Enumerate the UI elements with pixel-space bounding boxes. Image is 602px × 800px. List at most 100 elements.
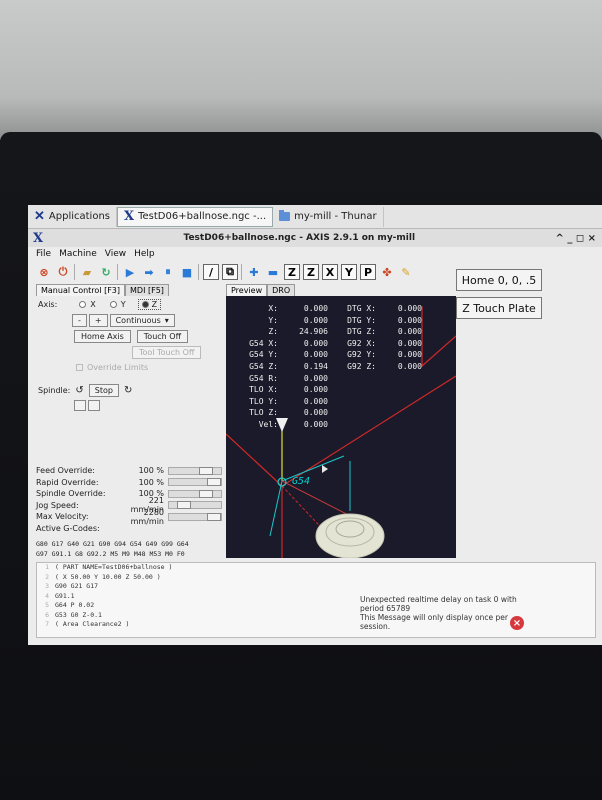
dro-value: 0.000 [303, 338, 328, 348]
spindle-plus-button[interactable] [88, 400, 100, 411]
spindle-cw-icon[interactable]: ↻ [124, 385, 132, 396]
view-p-icon[interactable]: P [360, 264, 376, 280]
dro-row: Vel: 0.000 [234, 420, 422, 432]
spindle-override-slider[interactable] [168, 489, 222, 498]
spindle-ccw-icon[interactable]: ↺ [75, 385, 83, 396]
spindle-stop-button[interactable]: Stop [88, 384, 119, 397]
line-text: ( Area Clearance2 ) [55, 620, 130, 628]
rotate-view-icon[interactable]: ✤ [379, 264, 395, 280]
dro-value [376, 420, 422, 432]
tab-mdi[interactable]: MDI [F5] [125, 284, 169, 296]
home-button[interactable]: Home 0, 0, .5 [456, 269, 542, 291]
window-titlebar: X TestD06+ballnose.ngc - AXIS 2.9.1 on m… [28, 229, 602, 247]
axis-z-radio[interactable] [141, 301, 149, 308]
dro-value: 0.000 [397, 327, 422, 337]
manual-control-panel: Axis: X Y Z - + Continuous ▾ Home Axis T… [36, 296, 222, 466]
line-number: 7 [45, 620, 49, 628]
dro-row: G54 Z: 0.194 G92 Z: 0.000 [234, 362, 422, 374]
dro-label: TLO Y: [249, 396, 278, 406]
axis-y-label: Y [120, 300, 126, 309]
tab-preview[interactable]: Preview [226, 284, 268, 296]
message-line: Unexpected realtime delay on task 0 with… [360, 595, 517, 613]
slider-label: Spindle Override: [36, 489, 106, 499]
jog-mode-select[interactable]: Continuous ▾ [109, 314, 175, 327]
window-controls[interactable]: ^ _ ◻ × [555, 233, 602, 244]
menu-help[interactable]: Help [134, 249, 155, 259]
spindle-label: Spindle: [38, 386, 71, 395]
line-number: 4 [45, 591, 49, 600]
axis-y-radio[interactable] [109, 301, 117, 308]
menu-view[interactable]: View [105, 249, 126, 259]
step-icon[interactable]: ➡ [141, 264, 157, 280]
line-number: 2 [45, 572, 49, 581]
tab-dro[interactable]: DRO [267, 284, 296, 296]
toolbar: ⊗ ⏻ ▰ ↻ ▶ ➡ ⏸ ■ / ⧉ ✚ ▬ Z Z X Y P ✤ ✎ [28, 261, 450, 283]
line-number: 3 [45, 582, 49, 590]
taskbar-item-thunar[interactable]: my-mill - Thunar [273, 206, 384, 227]
reload-icon[interactable]: ↻ [98, 264, 114, 280]
preview-canvas[interactable]: X: 0.000 DTG X: 0.000 Y: 0.000 DTG Y: 0.000 Z: 24… [226, 296, 456, 558]
jog-plus-button[interactable]: + [88, 314, 108, 327]
gcode-line: G80 G17 G40 G21 G90 G94 G54 G49 G99 G64 [36, 540, 189, 548]
feed-override-slider[interactable] [168, 466, 222, 475]
dro-value [376, 408, 422, 420]
spindle-minus-button[interactable] [74, 400, 86, 411]
dro-label: Z: [268, 327, 278, 337]
max-velocity-slider[interactable] [168, 512, 222, 521]
tool-touch-off-button[interactable]: Tool Touch Off [132, 346, 202, 359]
dro-row: X: 0.000 DTG X: 0.000 [234, 304, 422, 316]
tab-manual-control[interactable]: Manual Control [F3] [36, 284, 126, 296]
stop-icon[interactable]: ■ [179, 264, 195, 280]
override-sliders: Feed Override: 100 % Rapid Override: 100… [36, 465, 226, 534]
clear-plot-icon[interactable]: ✎ [398, 264, 414, 280]
dro-value: 0.000 [397, 361, 422, 371]
menu-machine[interactable]: Machine [59, 249, 97, 259]
touch-off-button[interactable]: Touch Off [136, 330, 189, 343]
dro-value [376, 374, 422, 386]
pause-icon[interactable]: ⏸ [160, 264, 176, 280]
block-delete-icon[interactable]: / [203, 264, 219, 280]
right-tabs: Preview DRO [226, 284, 296, 296]
applications-menu[interactable]: ✕ Applications [28, 206, 117, 227]
jog-minus-button[interactable]: - [72, 314, 87, 327]
axis-z-option[interactable]: Z [137, 299, 162, 310]
dro-label: G54 X: [249, 338, 278, 348]
override-limits-label: Override Limits [87, 363, 149, 372]
dro-value: 0.000 [303, 408, 328, 418]
view-z2-icon[interactable]: Z [303, 264, 319, 280]
open-file-icon[interactable]: ▰ [79, 264, 95, 280]
dro-label [336, 385, 376, 397]
z-touch-plate-button[interactable]: Z Touch Plate [456, 297, 542, 319]
error-icon[interactable]: × [510, 616, 524, 630]
dro-value: 0.000 [303, 350, 328, 360]
dro-label: Vel: [258, 419, 278, 429]
view-x-icon[interactable]: X [322, 264, 338, 280]
dro-label: X: [268, 304, 278, 313]
run-icon[interactable]: ▶ [122, 264, 138, 280]
estop-icon[interactable]: ⊗ [36, 264, 52, 280]
axis-x-radio[interactable] [79, 301, 87, 308]
dro-value: 0.000 [397, 304, 422, 313]
slider-value: 2280 mm/min [130, 507, 164, 526]
home-axis-button[interactable]: Home Axis [74, 330, 131, 343]
zoom-in-icon[interactable]: ✚ [246, 264, 262, 280]
xfce-logo-icon: ✕ [34, 209, 45, 224]
view-y-icon[interactable]: Y [341, 264, 357, 280]
override-limits-checkbox[interactable] [76, 364, 83, 371]
optional-stop-icon[interactable]: ⧉ [222, 264, 238, 280]
view-z-icon[interactable]: Z [284, 264, 300, 280]
line-number: 6 [45, 610, 49, 619]
toolbar-separator [198, 264, 200, 280]
dro-row: TLO X: 0.000 [234, 385, 422, 397]
dro-label: DTG Y: [347, 315, 376, 325]
zoom-out-icon[interactable]: ▬ [265, 264, 281, 280]
jog-speed-slider[interactable] [168, 501, 222, 510]
chevron-down-icon: ▾ [164, 316, 169, 325]
feed-override-row: Feed Override: 100 % [36, 465, 226, 477]
rapid-override-slider[interactable] [168, 478, 222, 487]
dro-label: G54 Z: [249, 361, 278, 371]
dro-label [336, 408, 376, 420]
power-icon[interactable]: ⏻ [55, 264, 71, 280]
menu-file[interactable]: File [36, 249, 51, 259]
taskbar-item-axis[interactable]: X TestD06+ballnose.ngc -... [117, 206, 274, 227]
